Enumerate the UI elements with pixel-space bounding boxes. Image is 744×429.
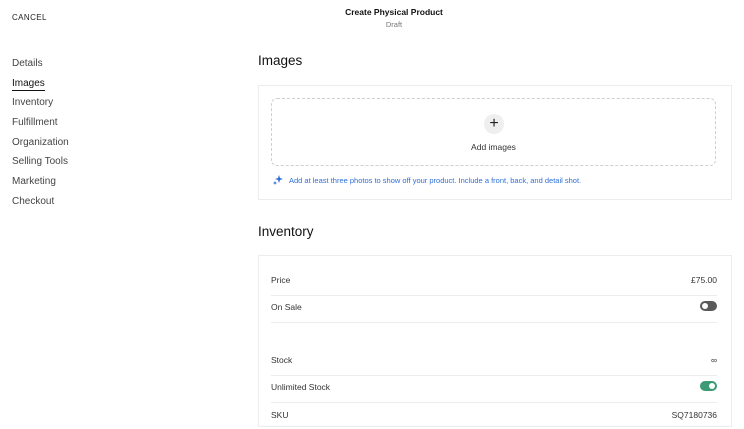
sku-row[interactable]: SKU SQ7180736 <box>271 403 717 429</box>
stock-value: ∞ <box>710 355 717 365</box>
stock-row[interactable]: Stock ∞ <box>271 348 717 374</box>
sidebar-item-marketing[interactable]: Marketing <box>12 174 69 194</box>
sidebar-item-label: Selling Tools <box>12 156 68 168</box>
on-sale-label: On Sale <box>271 302 302 312</box>
plus-icon: + <box>484 114 504 134</box>
sidebar-item-organization[interactable]: Organization <box>12 135 69 155</box>
on-sale-row: On Sale <box>271 295 717 321</box>
sidebar-item-label: Inventory <box>12 97 54 109</box>
images-hint-text: Add at least three photos to show off yo… <box>289 175 582 185</box>
unlimited-stock-row: Unlimited Stock <box>271 375 717 401</box>
sidebar-item-label: Organization <box>12 136 69 148</box>
price-value: £75.00 <box>691 275 717 285</box>
unlimited-stock-toggle[interactable] <box>700 381 717 391</box>
page-title: Create Physical Product <box>345 7 443 17</box>
sidebar-item-images[interactable]: Images <box>12 76 69 96</box>
sidebar-item-details[interactable]: Details <box>12 56 69 76</box>
cancel-button[interactable]: CANCEL <box>12 13 47 22</box>
on-sale-toggle[interactable] <box>700 301 717 311</box>
page-status: Draft <box>385 20 403 29</box>
sidebar-item-label: Marketing <box>12 176 56 188</box>
add-images-dropzone[interactable]: + Add images <box>271 98 716 166</box>
sidebar-item-selling-tools[interactable]: Selling Tools <box>12 154 69 174</box>
sidebar-nav: Details Images Inventory Fulfillment Org… <box>12 56 69 214</box>
images-hint: Add at least three photos to show off yo… <box>273 175 581 185</box>
sidebar-item-inventory[interactable]: Inventory <box>12 95 69 115</box>
images-section-title: Images <box>258 53 303 68</box>
toggle-knob <box>709 383 715 389</box>
sparkle-icon <box>273 175 283 185</box>
sidebar-item-checkout[interactable]: Checkout <box>12 194 69 214</box>
stock-label: Stock <box>271 355 293 365</box>
sidebar-item-fulfillment[interactable]: Fulfillment <box>12 115 69 135</box>
add-images-label: Add images <box>471 142 516 152</box>
inventory-section-title: Inventory <box>258 224 314 239</box>
toggle-knob <box>702 303 708 309</box>
sidebar-item-label: Images <box>12 77 45 91</box>
divider <box>271 322 717 323</box>
sku-value: SQ7180736 <box>671 410 717 420</box>
price-row[interactable]: Price £75.00 <box>271 268 717 294</box>
unlimited-stock-label: Unlimited Stock <box>271 382 331 392</box>
sidebar-item-label: Fulfillment <box>12 117 58 129</box>
price-label: Price <box>271 275 291 285</box>
sidebar-item-label: Checkout <box>12 195 55 207</box>
sku-label: SKU <box>271 410 289 420</box>
sidebar-item-label: Details <box>12 58 43 69</box>
